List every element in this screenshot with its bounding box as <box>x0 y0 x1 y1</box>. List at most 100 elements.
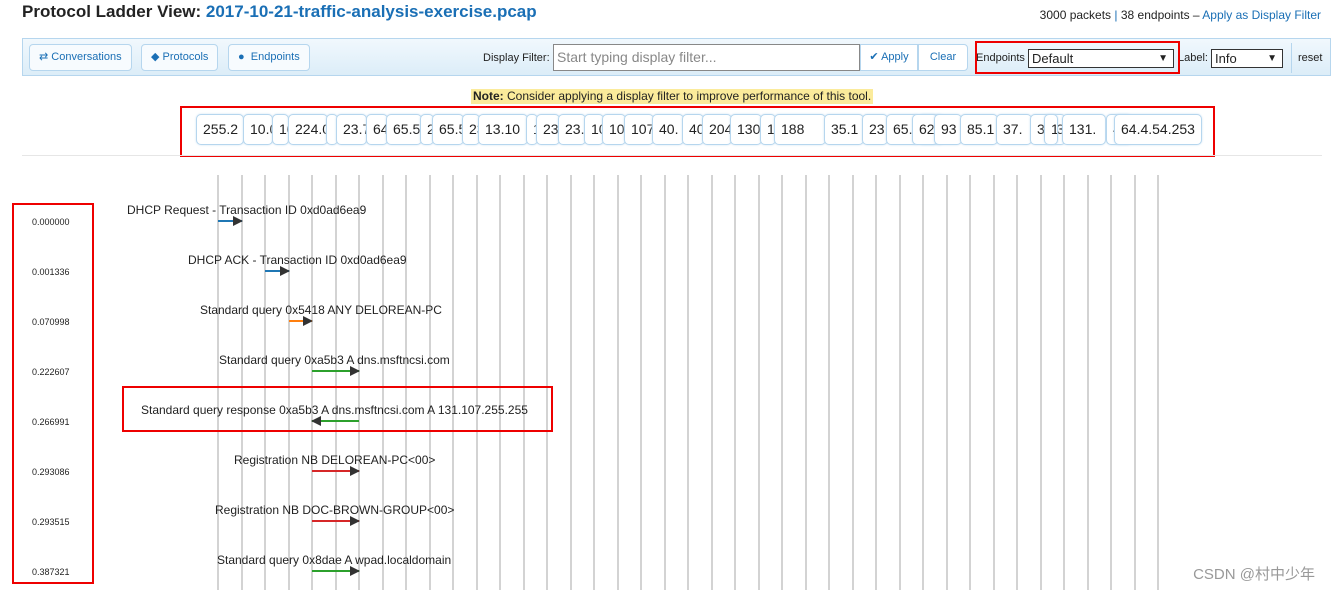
watermark: CSDN @村中少年 <box>1193 566 1315 583</box>
reset-button[interactable]: reset <box>1298 52 1322 64</box>
endpoint-lifeline <box>757 175 760 590</box>
packet-label[interactable]: DHCP ACK - Transaction ID 0xd0ad6ea9 <box>188 253 407 267</box>
display-filter-input[interactable]: Start typing display filter... <box>553 44 860 71</box>
packet-arrow[interactable] <box>218 216 243 226</box>
endpoint-box[interactable]: 104 <box>602 114 626 145</box>
endpoint-box[interactable]: 1 <box>1044 114 1058 145</box>
endpoint-lifeline <box>546 175 548 590</box>
divider <box>1291 43 1292 73</box>
endpoint-lifeline <box>522 175 525 590</box>
chevron-down-icon: ▼ <box>1267 53 1277 64</box>
packet-arrow[interactable] <box>312 366 360 376</box>
endpoint-box[interactable]: 35.1 <box>824 114 864 145</box>
packet-label[interactable]: Registration NB DOC-BROWN-GROUP<00> <box>215 503 454 517</box>
packet-arrow[interactable] <box>312 466 360 476</box>
endpoint-box[interactable]: 64.4.54.253 <box>1114 114 1202 145</box>
timestamp: 0.000000 <box>32 217 70 227</box>
endpoint-box[interactable]: 93 <box>934 114 962 145</box>
page-title: Protocol Ladder View: 2017-10-21-traffic… <box>22 2 537 21</box>
endpoint-lifeline <box>1133 175 1136 590</box>
arrowhead-icon <box>311 416 321 426</box>
packet-arrow[interactable] <box>312 566 360 576</box>
arrowhead-icon <box>350 366 360 376</box>
endpoint-lifeline <box>922 175 924 590</box>
endpoint-box[interactable]: 65.5 <box>386 114 422 145</box>
packet-label[interactable]: Standard query 0x8dae A wpad.localdomain <box>217 553 451 567</box>
arrowhead-icon <box>232 216 243 226</box>
endpoint-box[interactable]: 40. <box>652 114 684 145</box>
endpoint-lifeline <box>804 175 807 590</box>
endpoint-lifeline <box>898 175 901 590</box>
packet-label[interactable]: Standard query 0x5418 ANY DELOREAN-PC <box>200 303 442 317</box>
label-select-label: Label: <box>1178 52 1208 64</box>
endpoint-box[interactable]: 37. <box>996 114 1032 145</box>
endpoint-lifeline <box>687 175 689 590</box>
endpoint-lifeline <box>875 175 877 590</box>
endpoint-box[interactable]: 13.10 <box>478 114 528 145</box>
packet-arrow[interactable] <box>312 516 360 526</box>
tag-icon: ◆ <box>151 51 160 63</box>
endpoint-lifeline <box>593 175 595 590</box>
endpoint-box[interactable]: 204 <box>702 114 732 145</box>
endpoint-lifeline <box>475 175 478 590</box>
endpoint-box[interactable]: 10 <box>272 114 289 145</box>
packet-arrow[interactable] <box>311 416 359 426</box>
protocols-button[interactable]: ◆ Protocols <box>141 44 219 71</box>
arrowhead-icon <box>350 516 360 526</box>
endpoint-box[interactable]: 131. <box>1062 114 1106 145</box>
endpoint-lifeline <box>1157 175 1159 590</box>
endpoint-box[interactable]: 23. <box>536 114 560 145</box>
endpoint-box[interactable]: 85.1 <box>960 114 998 145</box>
endpoint-lifeline <box>710 175 713 590</box>
packet-label[interactable]: DHCP Request - Transaction ID 0xd0ad6ea9 <box>127 203 366 217</box>
endpoint-box[interactable]: 107 <box>624 114 654 145</box>
filename: 2017-10-21-traffic-analysis-exercise.pca… <box>205 2 537 21</box>
endpoint-lifeline <box>428 175 431 590</box>
endpoint-box[interactable]: 40 <box>682 114 704 145</box>
endpoint-box[interactable]: 23 <box>862 114 888 145</box>
endpoint-lifeline <box>992 175 995 590</box>
endpoint-lifeline <box>569 175 572 590</box>
packet-label[interactable]: Standard query response 0xa5b3 A dns.msf… <box>141 403 528 417</box>
check-icon: ✔ <box>869 51 879 63</box>
endpoint-box[interactable]: 10 <box>584 114 604 145</box>
endpoint-box[interactable]: 65.5 <box>432 114 464 145</box>
endpoint-box[interactable]: 255.2 <box>196 114 244 145</box>
packet-label[interactable]: Registration NB DELOREAN-PC<00> <box>234 453 435 467</box>
timestamp: 0.387321 <box>32 567 70 577</box>
packet-arrow[interactable] <box>265 266 290 276</box>
divider <box>22 155 1322 156</box>
endpoint-lifeline <box>1110 175 1112 590</box>
performance-note: Note: Consider applying a display filter… <box>471 89 874 104</box>
arrowhead-icon <box>303 316 313 326</box>
endpoint-box[interactable]: 23. <box>558 114 586 145</box>
endpoint-lifeline <box>734 175 736 590</box>
label-select[interactable]: Info ▼ <box>1211 49 1283 68</box>
timestamp: 0.293515 <box>32 517 70 527</box>
apply-button[interactable]: ✔ Apply <box>860 44 918 71</box>
endpoint-lifeline <box>1016 175 1018 590</box>
endpoint-lifeline <box>640 175 642 590</box>
packet-arrow[interactable] <box>288 316 313 326</box>
endpoint-box[interactable]: 130 <box>730 114 762 145</box>
conversations-button[interactable]: ⇄ Conversations <box>29 44 132 71</box>
endpoint-lifeline <box>851 175 854 590</box>
apply-as-display-filter-link[interactable]: Apply as Display Filter <box>1202 8 1321 22</box>
timestamp: 0.070998 <box>32 317 70 327</box>
packet-label[interactable]: Standard query 0xa5b3 A dns.msftncsi.com <box>219 353 450 367</box>
endpoints-button[interactable]: ● Endpoints <box>228 44 310 71</box>
endpoint-box[interactable]: 10.0 <box>243 114 273 145</box>
endpoints-select[interactable]: Default ▼ <box>1028 49 1174 68</box>
circle-icon: ● <box>238 51 245 63</box>
endpoint-box[interactable]: 64 <box>366 114 388 145</box>
endpoint-lifeline <box>381 175 384 590</box>
capture-stats: 3000 packets | 38 endpoints – Apply as D… <box>1039 8 1321 22</box>
endpoint-box[interactable]: 188 <box>774 114 826 145</box>
clear-button[interactable]: Clear <box>918 44 968 71</box>
endpoint-lifeline <box>405 175 407 590</box>
endpoint-lifeline <box>828 175 830 590</box>
endpoint-box[interactable]: 224.0 <box>288 114 328 145</box>
chevron-down-icon: ▼ <box>1158 53 1168 64</box>
timestamp: 0.266991 <box>32 417 70 427</box>
endpoint-box[interactable]: 23.7 <box>336 114 367 145</box>
